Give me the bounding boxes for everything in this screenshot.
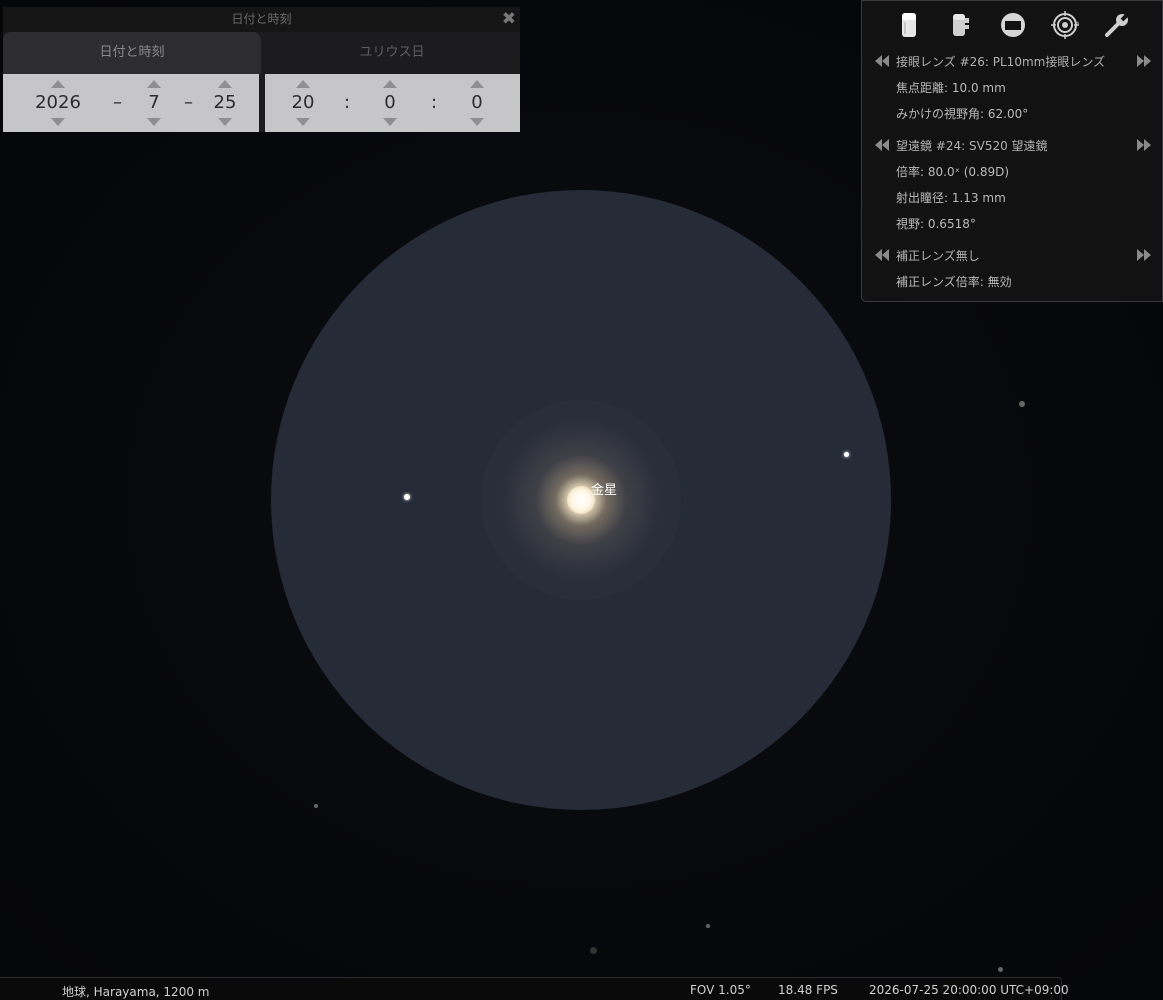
- eyepiece-icon[interactable]: [895, 11, 923, 39]
- minute-value[interactable]: 0: [360, 91, 420, 115]
- telescope-exit-pupil: 射出瞳径: 1.13 mm: [896, 191, 1006, 205]
- second-spinbox[interactable]: 0: [447, 74, 507, 132]
- star[interactable]: [706, 924, 710, 928]
- previous-telescope-button[interactable]: [874, 138, 890, 152]
- decrement-arrow-icon[interactable]: [147, 118, 161, 126]
- reticle-icon[interactable]: [1051, 11, 1080, 39]
- month-value[interactable]: 7: [124, 91, 184, 115]
- decrement-arrow-icon[interactable]: [218, 118, 232, 126]
- decrement-arrow-icon[interactable]: [51, 118, 65, 126]
- lens-multiplier: 補正レンズ倍率: 無効: [896, 275, 1012, 289]
- star[interactable]: [1019, 401, 1025, 407]
- year-value[interactable]: 2026: [28, 91, 88, 115]
- star[interactable]: [590, 947, 597, 954]
- datetime-dialog: 日付と時刻 ✖ 日付と時刻 ユリウス日 2026 – 7 – 25 20 : 0…: [3, 7, 520, 132]
- venus-label: 金星: [591, 483, 618, 498]
- location-text: 地球, Harayama, 1200 m: [62, 985, 210, 999]
- decrement-arrow-icon[interactable]: [383, 118, 397, 126]
- eyepiece-apparent-fov: みかけの視野角: 62.00°: [896, 107, 1029, 121]
- fov-text: FOV 1.05°: [690, 983, 751, 997]
- increment-arrow-icon[interactable]: [147, 80, 161, 88]
- tab-date-time[interactable]: 日付と時刻: [3, 32, 261, 74]
- month-spinbox[interactable]: 7: [124, 74, 184, 132]
- star[interactable]: [404, 494, 410, 500]
- telescope-fov: 視野: 0.6518°: [896, 217, 976, 231]
- increment-arrow-icon[interactable]: [383, 80, 397, 88]
- star[interactable]: [844, 452, 849, 457]
- day-spinbox[interactable]: 25: [195, 74, 255, 132]
- eyepiece-name: 接眼レンズ #26: PL10mm接眼レンズ: [896, 55, 1106, 69]
- date-panel: 2026 – 7 – 25: [3, 74, 259, 132]
- status-bar: 地球, Harayama, 1200 m FOV 1.05° 18.48 FPS…: [0, 977, 1069, 1000]
- previous-eyepiece-button[interactable]: [874, 54, 890, 68]
- dialog-title[interactable]: 日付と時刻: [3, 7, 520, 32]
- star[interactable]: [314, 804, 318, 808]
- hour-spinbox[interactable]: 20: [273, 74, 333, 132]
- next-telescope-button[interactable]: [1136, 138, 1152, 152]
- eyepiece-focal-length: 焦点距離: 10.0 mm: [896, 81, 1006, 95]
- next-eyepiece-button[interactable]: [1136, 54, 1152, 68]
- increment-arrow-icon[interactable]: [470, 80, 484, 88]
- second-value[interactable]: 0: [447, 91, 507, 115]
- lens-name: 補正レンズ無し: [896, 249, 980, 263]
- increment-arrow-icon[interactable]: [296, 80, 310, 88]
- decrement-arrow-icon[interactable]: [296, 118, 310, 126]
- telescope-name: 望遠鏡 #24: SV520 望遠鏡: [896, 139, 1048, 153]
- tab-julian-day[interactable]: ユリウス日: [264, 32, 520, 74]
- wrench-icon[interactable]: [1103, 11, 1131, 39]
- minute-spinbox[interactable]: 0: [360, 74, 420, 132]
- previous-lens-button[interactable]: [874, 248, 890, 262]
- next-lens-button[interactable]: [1136, 248, 1152, 262]
- year-spinbox[interactable]: 2026: [28, 74, 88, 132]
- telescope-icon[interactable]: [947, 11, 975, 39]
- hour-value[interactable]: 20: [273, 91, 333, 115]
- date-separator: –: [184, 92, 193, 113]
- time-panel: 20 : 0 : 0: [265, 74, 520, 132]
- increment-arrow-icon[interactable]: [51, 80, 65, 88]
- star[interactable]: [998, 967, 1003, 972]
- close-button[interactable]: ✖: [502, 9, 516, 29]
- telescope-magnification: 倍率: 80.0ˣ (0.89D): [896, 165, 1010, 179]
- time-separator: :: [344, 92, 351, 113]
- date-separator: –: [113, 92, 122, 113]
- oculars-panel: 接眼レンズ #26: PL10mm接眼レンズ 焦点距離: 10.0 mm みかけ…: [861, 0, 1163, 302]
- day-value[interactable]: 25: [195, 91, 255, 115]
- datetime-text: 2026-07-25 20:00:00 UTC+09:00: [869, 983, 1069, 997]
- time-separator: :: [431, 92, 438, 113]
- decrement-arrow-icon[interactable]: [470, 118, 484, 126]
- sensor-frame-icon[interactable]: [999, 11, 1027, 39]
- fps-text: 18.48 FPS: [778, 983, 838, 997]
- increment-arrow-icon[interactable]: [218, 80, 232, 88]
